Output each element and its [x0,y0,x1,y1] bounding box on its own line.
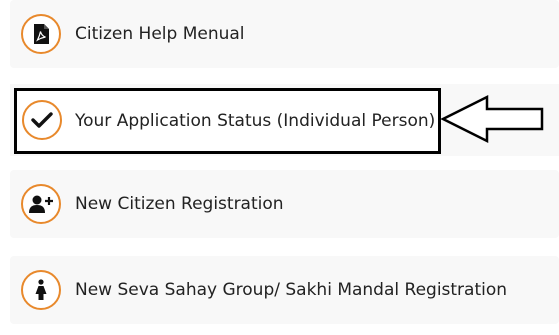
woman-icon [21,270,61,310]
menu-item-label: New Citizen Registration [75,194,284,214]
menu-item-group-registration[interactable]: New Seva Sahay Group/ Sakhi Mandal Regis… [10,256,559,324]
left-arrow-annotation [441,94,544,144]
menu-item-label: New Seva Sahay Group/ Sakhi Mandal Regis… [75,280,508,300]
menu-item-label: Citizen Help Menual [75,24,245,44]
checkmark-icon [22,100,62,140]
menu-item-application-status[interactable]: Your Application Status (Individual Pers… [14,88,441,154]
menu-item-help-manual[interactable]: Citizen Help Menual [10,0,559,68]
menu-item-citizen-registration[interactable]: New Citizen Registration [10,170,559,238]
add-user-icon [21,184,61,224]
menu-item-label: Your Application Status (Individual Pers… [75,111,436,131]
pdf-file-icon [21,14,61,54]
